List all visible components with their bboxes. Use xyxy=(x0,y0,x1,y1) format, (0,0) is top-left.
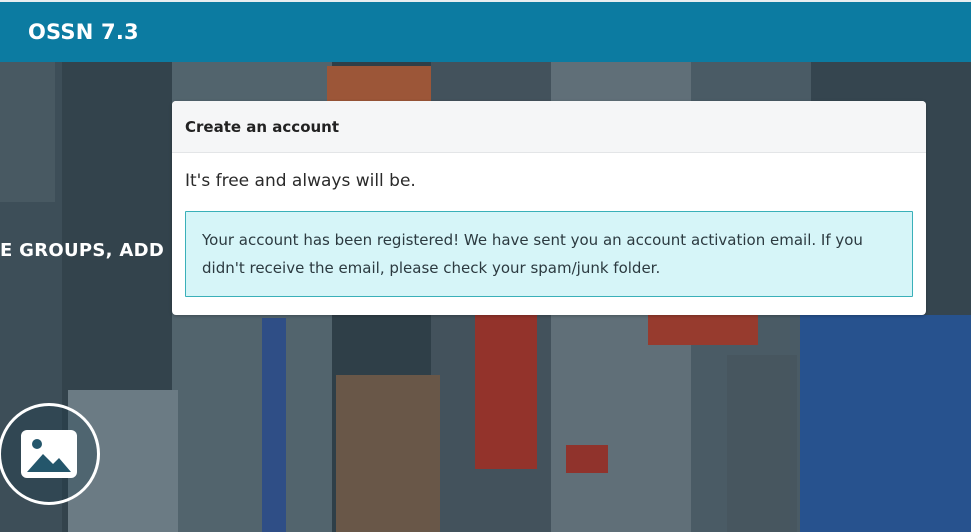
registration-success-alert: Your account has been registered! We hav… xyxy=(185,211,913,297)
top-navbar: OSSN 7.3 xyxy=(0,0,971,62)
card-body: It's free and always will be. Your accou… xyxy=(172,153,926,297)
hero-tagline: E GROUPS, ADD xyxy=(0,240,165,261)
create-account-card: Create an account It's free and always w… xyxy=(172,101,926,315)
page: OSSN 7.3 E GROUPS, ADD Create an account… xyxy=(0,0,971,532)
site-brand[interactable]: OSSN 7.3 xyxy=(28,20,139,44)
card-subtitle: It's free and always will be. xyxy=(185,171,416,191)
image-icon xyxy=(21,430,77,478)
card-title: Create an account xyxy=(172,101,926,153)
image-upload-button[interactable] xyxy=(0,403,100,505)
